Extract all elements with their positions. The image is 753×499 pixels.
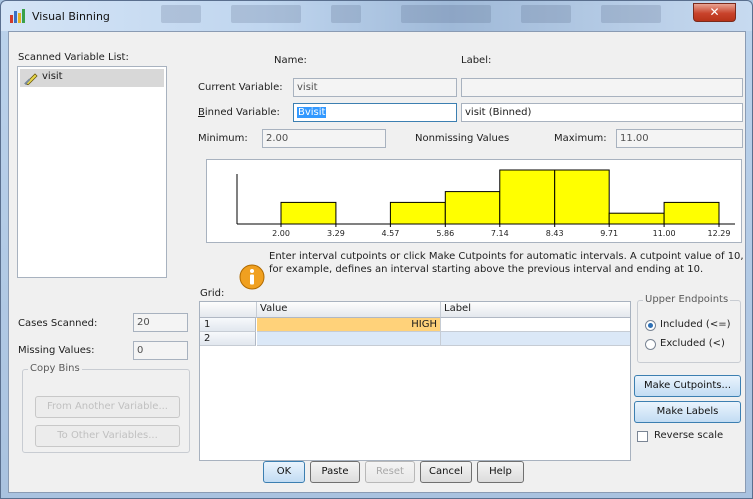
title-bar[interactable]: Visual Binning ✕ xyxy=(1,1,752,31)
background-blur xyxy=(601,5,661,23)
reverse-scale-checkbox[interactable] xyxy=(637,431,648,442)
variable-name: visit xyxy=(42,71,63,82)
grid-row-header[interactable]: 1 xyxy=(200,318,256,332)
histogram-tick-label: 5.86 xyxy=(436,229,454,238)
upper-endpoints-group: Upper Endpoints xyxy=(637,294,741,363)
histogram-bar xyxy=(608,212,665,225)
window-title: Visual Binning xyxy=(32,10,110,23)
from-another-variable-button[interactable]: From Another Variable... xyxy=(35,396,180,418)
label-column-label: Label: xyxy=(461,55,492,66)
histogram-tick-label: 2.00 xyxy=(272,229,290,238)
binned-variable-name-field[interactable]: Bvisit xyxy=(293,103,457,122)
binned-variable-label-text: inned Variable: xyxy=(204,107,280,118)
copy-bins-legend: Copy Bins xyxy=(28,363,82,374)
histogram-bar xyxy=(389,201,446,225)
current-variable-label-field xyxy=(461,78,743,97)
grid-cell-value[interactable] xyxy=(257,332,441,346)
info-icon xyxy=(239,264,265,290)
reset-button[interactable]: Reset xyxy=(365,461,415,483)
dialog-body: Scanned Variable List: visit Cases Scann… xyxy=(8,31,746,493)
histogram-tick-label: 9.71 xyxy=(600,229,618,238)
histogram-tick-label: 4.57 xyxy=(381,229,399,238)
background-blur xyxy=(401,5,491,23)
background-blur xyxy=(231,5,301,23)
help-button[interactable]: Help xyxy=(477,461,524,483)
included-radio-label[interactable]: Included (<=) xyxy=(660,319,731,330)
close-button[interactable]: ✕ xyxy=(693,3,736,22)
list-item[interactable]: visit xyxy=(20,69,164,87)
background-blur xyxy=(161,5,201,23)
grid-column-label[interactable]: Label xyxy=(441,302,630,318)
histogram-tick-label: 7.14 xyxy=(491,229,509,238)
reverse-scale-label[interactable]: Reverse scale xyxy=(654,430,723,441)
histogram-tick-label: 12.29 xyxy=(708,229,731,238)
background-blur xyxy=(331,5,361,23)
close-icon: ✕ xyxy=(709,5,720,19)
grid-corner-header xyxy=(200,302,257,318)
current-variable-label: Current Variable: xyxy=(198,82,283,93)
current-variable-name-field: visit xyxy=(293,78,457,97)
binned-name-selected-text: Bvisit xyxy=(297,107,327,118)
histogram-tick-label: 3.29 xyxy=(327,229,345,238)
excluded-radio-label[interactable]: Excluded (<) xyxy=(660,338,725,349)
histogram-bar xyxy=(280,201,337,225)
grid-row-header[interactable]: 2 xyxy=(200,332,256,346)
grid-cell-label[interactable] xyxy=(441,332,630,346)
histogram-svg: 2.00 3.29 4.57 5.86 7.14 8.43 9.71 11.00 12.29 xyxy=(236,169,735,238)
binned-variable-label: Binned Variable: xyxy=(198,107,280,118)
make-labels-button[interactable]: Make Labels xyxy=(634,401,741,423)
excluded-radio[interactable] xyxy=(645,339,656,350)
app-icon xyxy=(10,9,25,23)
histogram-chart[interactable]: 2.00 3.29 4.57 5.86 7.14 8.43 9.71 11.00 12.29 xyxy=(206,159,742,243)
make-cutpoints-button[interactable]: Make Cutpoints... xyxy=(634,375,741,397)
binned-variable-label-field[interactable]: visit (Binned) xyxy=(461,103,743,122)
missing-values-label: Missing Values: xyxy=(18,345,95,356)
maximum-label: Maximum: xyxy=(554,133,607,144)
included-radio[interactable] xyxy=(645,320,656,331)
histogram-tick-label: 11.00 xyxy=(653,229,676,238)
name-column-label: Name: xyxy=(274,55,307,66)
nonmissing-values-label: Nonmissing Values xyxy=(415,133,510,144)
missing-values-field: 0 xyxy=(133,341,188,360)
scanned-variable-list-label: Scanned Variable List: xyxy=(18,52,129,63)
grid-label: Grid: xyxy=(200,288,225,299)
histogram-bar xyxy=(663,201,720,225)
maximum-field: 11.00 xyxy=(616,129,743,148)
info-message: Enter interval cutpoints or click Make C… xyxy=(269,251,744,275)
scanned-variable-list[interactable]: visit xyxy=(17,66,167,278)
minimum-label: Minimum: xyxy=(198,133,248,144)
grid-cell-value[interactable]: HIGH xyxy=(257,318,441,332)
to-other-variables-button[interactable]: To Other Variables... xyxy=(35,425,180,447)
histogram-tick-label: 8.43 xyxy=(546,229,564,238)
ruler-pencil-icon xyxy=(24,73,38,85)
ok-button[interactable]: OK xyxy=(263,461,305,483)
histogram-bar xyxy=(499,169,556,225)
grid-cell-label[interactable] xyxy=(441,318,630,332)
paste-button[interactable]: Paste xyxy=(310,461,360,483)
histogram-bar xyxy=(554,169,610,225)
background-blur xyxy=(521,5,571,23)
cases-scanned-field: 20 xyxy=(133,313,188,332)
cutpoints-grid[interactable]: Value Label 1 HIGH 2 xyxy=(199,301,631,461)
upper-endpoints-legend: Upper Endpoints xyxy=(643,294,731,305)
grid-column-value[interactable]: Value xyxy=(257,302,441,318)
cases-scanned-label: Cases Scanned: xyxy=(18,318,98,329)
visual-binning-dialog: Visual Binning ✕ Scanned Variable List: … xyxy=(0,0,753,499)
cancel-button[interactable]: Cancel xyxy=(420,461,472,483)
minimum-field: 2.00 xyxy=(262,129,386,148)
histogram-bar xyxy=(444,191,501,225)
